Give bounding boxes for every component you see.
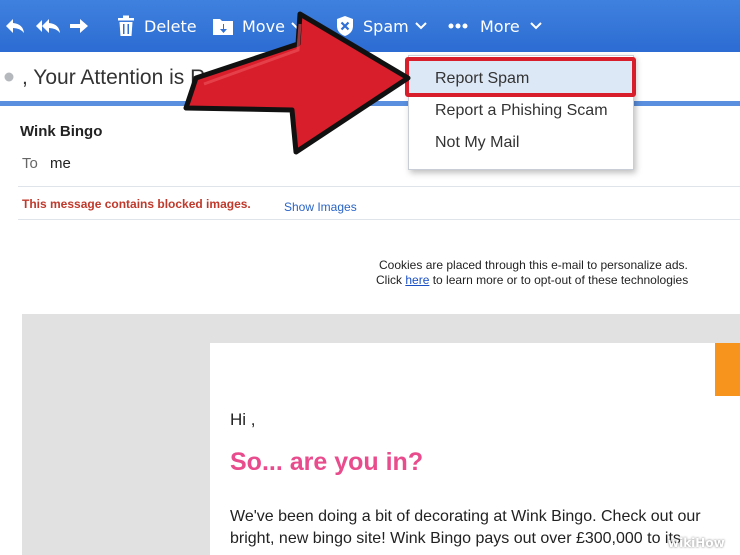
back-icon [6,19,24,33]
more-label: More [480,16,520,36]
cookies-notice-line1: Cookies are placed through this e-mail t… [379,258,688,272]
menu-item-report-phishing[interactable]: Report a Phishing Scam [409,96,633,126]
more-dots-icon [448,23,468,29]
report-spam-highlight-box [405,57,636,97]
chevron-down-icon [291,22,303,30]
forward-icon [70,19,88,33]
reply-all-button[interactable] [34,0,62,52]
move-label: Move [242,16,285,36]
divider [18,186,740,187]
blocked-images-notice: This message contains blocked images. [22,197,251,211]
email-headline: So... are you in? [230,448,424,476]
more-button[interactable]: More [448,0,542,52]
move-folder-icon [213,19,233,35]
show-images-link[interactable]: Show Images [284,200,357,214]
reply-all-icon [36,19,60,33]
menu-item-not-my-mail[interactable]: Not My Mail [409,128,633,158]
divider [18,219,740,220]
join-button[interactable] [715,343,740,396]
sender-name[interactable]: Wink Bingo [20,123,102,140]
forward-button[interactable] [68,0,90,52]
cookies-here-link[interactable]: here [405,273,429,287]
delete-button[interactable]: Delete [116,0,197,52]
email-paragraph-line1: We've been doing a bit of decorating at … [230,508,701,525]
cookies-text-after: to learn more or to opt-out of these tec… [432,273,689,287]
cookies-notice-line2: Click here to learn more or to opt-out o… [376,273,688,287]
wikihow-watermark: wikiHow [668,536,725,550]
back-button[interactable] [4,0,26,52]
email-paragraph-line2: bright, new bingo site! Wink Bingo pays … [230,530,681,547]
unread-dot-icon [4,72,14,82]
spam-shield-icon [337,16,353,36]
message-subject: , Your Attention is Requir [22,66,252,89]
chevron-down-icon [414,22,427,30]
chevron-down-icon [529,22,542,30]
recipient[interactable]: me [50,155,71,172]
spam-button[interactable]: Spam [335,0,427,52]
spam-label: Spam [363,16,409,36]
to-label: To [22,155,38,172]
move-button[interactable]: Move [212,0,303,52]
cookies-text-before: Click [376,273,402,287]
delete-label: Delete [144,16,197,36]
email-greeting: Hi , [230,410,256,429]
trash-icon [118,15,134,36]
